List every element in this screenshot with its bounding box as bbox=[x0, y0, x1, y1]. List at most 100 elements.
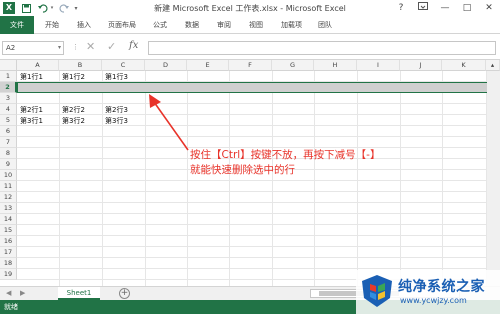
insert-function-icon[interactable]: fx bbox=[129, 40, 138, 51]
selected-row-2[interactable] bbox=[17, 82, 500, 93]
tab-home[interactable]: 开始 bbox=[45, 19, 59, 32]
column-header-g[interactable]: G bbox=[272, 60, 314, 71]
cell-c1[interactable]: 第1行3 bbox=[105, 72, 128, 82]
row-header-9[interactable]: 9 bbox=[0, 159, 17, 170]
row-header-14[interactable]: 14 bbox=[0, 214, 17, 225]
column-header-i[interactable]: I bbox=[357, 60, 400, 71]
gridline bbox=[17, 257, 500, 258]
row-header-6[interactable]: 6 bbox=[0, 126, 17, 137]
cell-a5[interactable]: 第3行1 bbox=[20, 116, 43, 126]
tab-data[interactable]: 数据 bbox=[185, 19, 199, 32]
gridline bbox=[272, 71, 273, 286]
vertical-scroll-up[interactable]: ▴ bbox=[486, 60, 500, 71]
cell-a1[interactable]: 第1行1 bbox=[20, 72, 43, 82]
row-header-18[interactable]: 18 bbox=[0, 258, 17, 269]
gridline bbox=[17, 114, 500, 115]
gridline bbox=[17, 235, 500, 236]
formula-bar: A2 ▾ ⋮ ✕ ✓ fx bbox=[0, 34, 500, 60]
column-header-k[interactable]: K bbox=[442, 60, 486, 71]
cell-b1[interactable]: 第1行2 bbox=[62, 72, 85, 82]
sheet-tab-sheet1[interactable]: Sheet1 bbox=[58, 287, 100, 300]
column-header-h[interactable]: H bbox=[314, 60, 357, 71]
tab-file[interactable]: 文件 bbox=[0, 16, 34, 34]
gridline bbox=[17, 180, 500, 181]
tab-review[interactable]: 审阅 bbox=[217, 19, 231, 32]
gridline bbox=[59, 71, 60, 286]
instruction-line-1: 按住【Ctrl】按键不放，再按下减号【-】 bbox=[190, 149, 381, 161]
gridline bbox=[314, 71, 315, 286]
gridline bbox=[17, 103, 500, 104]
add-sheet-icon[interactable]: + bbox=[119, 288, 130, 299]
row-header-19[interactable]: 19 bbox=[0, 269, 17, 280]
row-header-13[interactable]: 13 bbox=[0, 203, 17, 214]
column-header-d[interactable]: D bbox=[145, 60, 187, 71]
gridline bbox=[442, 71, 443, 286]
watermark-shield-icon bbox=[362, 275, 392, 307]
tab-addins[interactable]: 加载项 bbox=[281, 19, 302, 32]
row-header-1[interactable]: 1 bbox=[0, 71, 17, 82]
cell-b5[interactable]: 第3行2 bbox=[62, 116, 85, 126]
cell-c4[interactable]: 第2行3 bbox=[105, 105, 128, 115]
gridline bbox=[400, 71, 401, 286]
column-header-c[interactable]: C bbox=[102, 60, 145, 71]
formula-input[interactable] bbox=[148, 41, 496, 55]
column-header-f[interactable]: F bbox=[229, 60, 272, 71]
gridline bbox=[17, 213, 500, 214]
gridline bbox=[17, 268, 500, 269]
gridline bbox=[102, 71, 103, 286]
tab-formulas[interactable]: 公式 bbox=[153, 19, 167, 32]
maximize-button[interactable]: □ bbox=[456, 0, 478, 16]
watermark-url: www.ycwjzy.com bbox=[400, 296, 467, 305]
row-header-7[interactable]: 7 bbox=[0, 137, 17, 148]
gridline bbox=[17, 191, 500, 192]
ribbon-tabs: 文件 开始 插入 页面布局 公式 数据 审阅 视图 加载项 团队 bbox=[0, 16, 500, 34]
gridline bbox=[229, 71, 230, 286]
name-box[interactable]: A2 ▾ bbox=[2, 41, 64, 55]
tab-page-layout[interactable]: 页面布局 bbox=[108, 19, 136, 32]
row-header-5[interactable]: 5 bbox=[0, 115, 17, 126]
row-header-2[interactable]: 2 bbox=[0, 82, 17, 93]
minimize-button[interactable]: — bbox=[434, 0, 456, 16]
row-header-8[interactable]: 8 bbox=[0, 148, 17, 159]
gridline bbox=[357, 71, 358, 286]
help-button[interactable]: ? bbox=[390, 0, 412, 16]
cell-c5[interactable]: 第3行3 bbox=[105, 116, 128, 126]
tab-team[interactable]: 团队 bbox=[318, 19, 332, 32]
tab-insert[interactable]: 插入 bbox=[77, 19, 91, 32]
vertical-scrollbar[interactable] bbox=[487, 71, 500, 286]
status-text: 就绪 bbox=[4, 303, 18, 311]
watermark-logo: 纯净系统之家 www.ycwjzy.com bbox=[356, 270, 500, 314]
row-header-10[interactable]: 10 bbox=[0, 170, 17, 181]
worksheet-grid[interactable]: A B C D E F G H I J K ▴ 1 2 3 4 5 6 7 8 … bbox=[0, 60, 500, 286]
row-header-11[interactable]: 11 bbox=[0, 181, 17, 192]
tab-view[interactable]: 视图 bbox=[249, 19, 263, 32]
row-header-3[interactable]: 3 bbox=[0, 93, 17, 104]
column-header-a[interactable]: A bbox=[17, 60, 59, 71]
close-button[interactable]: ✕ bbox=[478, 0, 500, 16]
cell-a4[interactable]: 第2行1 bbox=[20, 105, 43, 115]
formula-bar-grip: ⋮ bbox=[72, 43, 79, 51]
row-header-4[interactable]: 4 bbox=[0, 104, 17, 115]
instruction-line-2: 就能快速删除选中的行 bbox=[190, 164, 295, 176]
gridline bbox=[17, 224, 500, 225]
prev-sheet-icon[interactable]: ◀ bbox=[6, 289, 11, 297]
watermark-title: 纯净系统之家 bbox=[398, 279, 485, 295]
column-header-e[interactable]: E bbox=[187, 60, 229, 71]
column-header-j[interactable]: J bbox=[400, 60, 442, 71]
chevron-down-icon[interactable]: ▾ bbox=[58, 42, 61, 54]
enter-icon[interactable]: ✓ bbox=[107, 41, 116, 53]
cell-b4[interactable]: 第2行2 bbox=[62, 105, 85, 115]
row-header-16[interactable]: 16 bbox=[0, 236, 17, 247]
next-sheet-icon[interactable]: ▶ bbox=[20, 289, 25, 297]
instruction-annotation: 按住【Ctrl】按键不放，再按下减号【-】 就能快速删除选中的行 bbox=[190, 148, 380, 178]
row-header-17[interactable]: 17 bbox=[0, 247, 17, 258]
row-header-12[interactable]: 12 bbox=[0, 192, 17, 203]
column-header-b[interactable]: B bbox=[59, 60, 102, 71]
gridline bbox=[17, 202, 500, 203]
cancel-icon[interactable]: ✕ bbox=[86, 41, 95, 53]
select-all-corner[interactable] bbox=[0, 60, 17, 71]
row-header-15[interactable]: 15 bbox=[0, 225, 17, 236]
ribbon-options-icon[interactable] bbox=[412, 0, 434, 16]
title-bar: X ▾ ▾ 新建 Microsoft Excel 工作表.xlsx - Micr… bbox=[0, 0, 500, 16]
gridline bbox=[17, 136, 500, 137]
